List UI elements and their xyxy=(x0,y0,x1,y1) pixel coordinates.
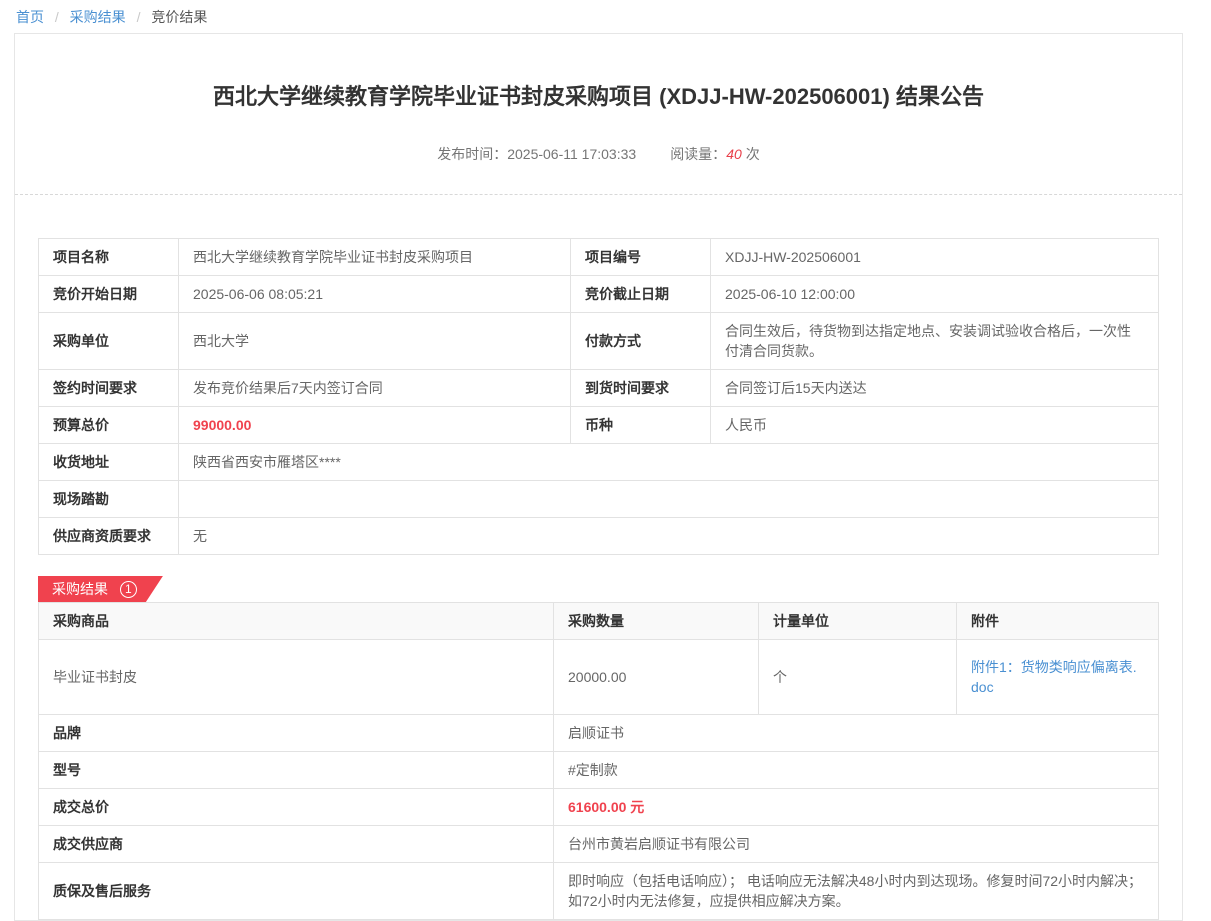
field-label: 竞价截止日期 xyxy=(571,276,711,313)
table-row: 品牌 启顺证书 xyxy=(39,715,1159,752)
field-label: 现场踏勘 xyxy=(39,481,179,518)
badge-label: 采购结果 xyxy=(52,581,108,597)
divider xyxy=(15,194,1182,195)
field-value: 陕西省西安市雁塔区**** xyxy=(179,444,1159,481)
field-label: 到货时间要求 xyxy=(571,370,711,407)
field-label: 项目名称 xyxy=(39,239,179,276)
field-value xyxy=(179,481,1159,518)
field-label: 竞价开始日期 xyxy=(39,276,179,313)
budget-total-value: 99000.00 xyxy=(179,407,571,444)
breadcrumb-separator: / xyxy=(137,9,141,25)
field-value: XDJJ-HW-202506001 xyxy=(711,239,1159,276)
field-value: 即时响应（包括电话响应）； 电话响应无法解决48小时内到达现场。修复时间72小时… xyxy=(554,863,1159,920)
views-unit: 次 xyxy=(746,146,760,162)
field-label: 签约时间要求 xyxy=(39,370,179,407)
table-row: 型号 #定制款 xyxy=(39,752,1159,789)
field-label: 供应商资质要求 xyxy=(39,518,179,555)
breadcrumb-separator: / xyxy=(55,9,59,25)
announcement-card: 西北大学继续教育学院毕业证书封皮采购项目 (XDJJ-HW-202506001)… xyxy=(14,33,1183,921)
procurement-result-table: 采购商品 采购数量 计量单位 附件 毕业证书封皮 20000.00 个 附件1：… xyxy=(38,602,1159,920)
views-label: 阅读量： xyxy=(670,146,726,162)
field-label: 项目编号 xyxy=(571,239,711,276)
field-label: 成交总价 xyxy=(39,789,554,826)
views-count: 40 xyxy=(726,146,742,162)
table-row: 签约时间要求 发布竞价结果后7天内签订合同 到货时间要求 合同签订后15天内送达 xyxy=(39,370,1159,407)
field-value: 合同生效后，待货物到达指定地点、安装调试验收合格后，一次性付清合同货款。 xyxy=(711,313,1159,370)
product-name: 毕业证书封皮 xyxy=(39,640,554,715)
publish-meta: 发布时间：2025-06-11 17:03:33 阅读量：40次 xyxy=(38,144,1159,164)
table-row: 预算总价 99000.00 币种 人民币 xyxy=(39,407,1159,444)
field-label: 采购单位 xyxy=(39,313,179,370)
table-row: 项目名称 西北大学继续教育学院毕业证书封皮采购项目 项目编号 XDJJ-HW-2… xyxy=(39,239,1159,276)
table-row: 采购单位 西北大学 付款方式 合同生效后，待货物到达指定地点、安装调试验收合格后… xyxy=(39,313,1159,370)
publish-time-value: 2025-06-11 17:03:33 xyxy=(507,146,636,162)
table-row: 质保及售后服务 即时响应（包括电话响应）； 电话响应无法解决48小时内到达现场。… xyxy=(39,863,1159,920)
field-value: 合同签订后15天内送达 xyxy=(711,370,1159,407)
field-value: #定制款 xyxy=(554,752,1159,789)
field-label: 付款方式 xyxy=(571,313,711,370)
procurement-result-badge: 采购结果 1 xyxy=(38,576,163,602)
field-label: 质保及售后服务 xyxy=(39,863,554,920)
breadcrumb-current-bidding-results: 竞价结果 xyxy=(151,9,207,25)
field-label: 币种 xyxy=(571,407,711,444)
field-value: 无 xyxy=(179,518,1159,555)
table-row: 竞价开始日期 2025-06-06 08:05:21 竞价截止日期 2025-0… xyxy=(39,276,1159,313)
column-header-quantity: 采购数量 xyxy=(554,603,759,640)
product-unit: 个 xyxy=(759,640,957,715)
column-header-attachment: 附件 xyxy=(957,603,1159,640)
table-row: 毕业证书封皮 20000.00 个 附件1：货物类响应偏离表.doc xyxy=(39,640,1159,715)
field-value: 台州市黄岩启顺证书有限公司 xyxy=(554,826,1159,863)
project-info-table: 项目名称 西北大学继续教育学院毕业证书封皮采购项目 项目编号 XDJJ-HW-2… xyxy=(38,238,1159,555)
column-header-product: 采购商品 xyxy=(39,603,554,640)
field-label: 成交供应商 xyxy=(39,826,554,863)
table-row: 收货地址 陕西省西安市雁塔区**** xyxy=(39,444,1159,481)
field-value: 发布竞价结果后7天内签订合同 xyxy=(179,370,571,407)
field-label: 收货地址 xyxy=(39,444,179,481)
field-value: 人民币 xyxy=(711,407,1159,444)
table-row: 供应商资质要求 无 xyxy=(39,518,1159,555)
table-header-row: 采购商品 采购数量 计量单位 附件 xyxy=(39,603,1159,640)
page-title: 西北大学继续教育学院毕业证书封皮采购项目 (XDJJ-HW-202506001)… xyxy=(78,82,1119,112)
breadcrumb-procurement-results-link[interactable]: 采购结果 xyxy=(70,9,126,25)
column-header-unit: 计量单位 xyxy=(759,603,957,640)
table-row: 成交总价 61600.00 元 xyxy=(39,789,1159,826)
field-label: 型号 xyxy=(39,752,554,789)
field-value: 2025-06-06 08:05:21 xyxy=(179,276,571,313)
breadcrumb-home-link[interactable]: 首页 xyxy=(16,9,44,25)
product-quantity: 20000.00 xyxy=(554,640,759,715)
field-value: 2025-06-10 12:00:00 xyxy=(711,276,1159,313)
badge-count: 1 xyxy=(120,581,137,598)
field-label: 预算总价 xyxy=(39,407,179,444)
field-label: 品牌 xyxy=(39,715,554,752)
publish-time-label: 发布时间： xyxy=(437,146,507,162)
breadcrumb: 首页 / 采购结果 / 竞价结果 xyxy=(0,0,1211,33)
deal-total-price: 61600.00 元 xyxy=(554,789,1159,826)
table-row: 现场踏勘 xyxy=(39,481,1159,518)
field-value: 西北大学 xyxy=(179,313,571,370)
table-row: 成交供应商 台州市黄岩启顺证书有限公司 xyxy=(39,826,1159,863)
attachment-link[interactable]: 附件1：货物类响应偏离表.doc xyxy=(971,659,1137,695)
field-value: 西北大学继续教育学院毕业证书封皮采购项目 xyxy=(179,239,571,276)
field-value: 启顺证书 xyxy=(554,715,1159,752)
